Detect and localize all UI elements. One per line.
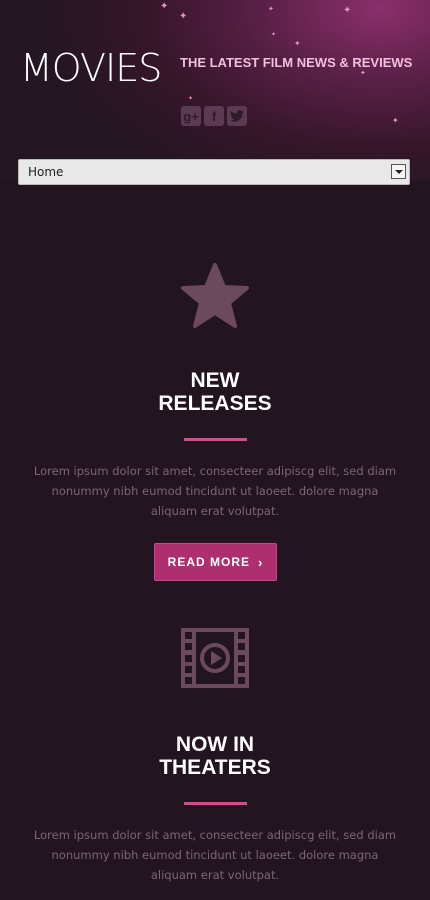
chevron-down-icon[interactable] [391, 164, 406, 179]
section-divider [184, 438, 247, 441]
sparkle-icon: ✦ [392, 116, 399, 125]
site-logo[interactable]: MOVIES [20, 46, 162, 90]
header: ✦ ✦ ✦ ✦ ✦ ✦ ✦ ✦ ✦ MOVIES THE LATEST FILM… [0, 0, 430, 180]
twitter-bird-glyph [230, 110, 244, 122]
social-links: g+ f [181, 106, 247, 126]
sparkle-icon: ✦ [188, 95, 194, 102]
sparkle-icon: ✦ [160, 1, 169, 12]
chevron-right-icon: › [258, 554, 264, 570]
google-plus-icon[interactable]: g+ [181, 106, 201, 126]
twitter-icon[interactable] [227, 106, 247, 126]
section-description: Lorem ipsum dolor sit amet, consecteer a… [33, 828, 397, 882]
sparkle-icon: ✦ [268, 5, 274, 13]
section-title-line: NOW IN [175, 733, 255, 756]
sparkle-icon: ✦ [343, 5, 352, 16]
section-title-line: NEW [190, 369, 240, 392]
navigation-select-value: Home [28, 165, 64, 179]
film-play-icon [181, 628, 249, 688]
sparkle-icon: ✦ [271, 31, 277, 38]
section-title-line: THEATERS [159, 756, 271, 779]
facebook-icon[interactable]: f [204, 106, 224, 126]
read-more-label: READ MORE [167, 555, 250, 569]
section-title: NOW IN THEATERS [0, 733, 430, 779]
sparkle-icon: ✦ [294, 39, 301, 48]
section-title-line: RELEASES [158, 392, 272, 415]
section-description: Lorem ipsum dolor sit amet, consecteer a… [33, 464, 397, 518]
site-tagline: THE LATEST FILM NEWS & REVIEWS [180, 55, 413, 70]
sparkle-icon: ✦ [179, 11, 188, 22]
navigation-select[interactable]: Home [18, 159, 410, 185]
read-more-button[interactable]: READ MORE › [154, 543, 277, 581]
star-icon [181, 263, 249, 328]
section-title: NEW RELEASES [0, 369, 430, 415]
section-divider [184, 802, 247, 805]
